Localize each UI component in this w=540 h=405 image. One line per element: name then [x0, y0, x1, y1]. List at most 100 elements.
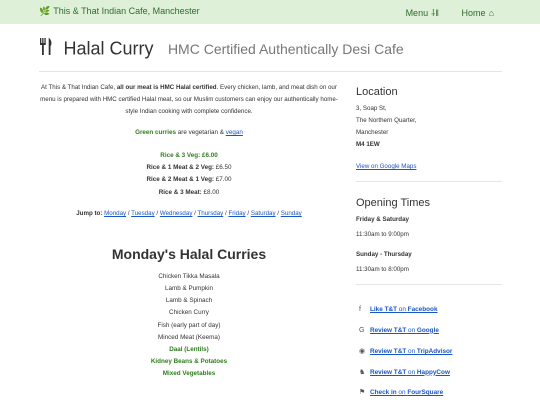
address-line: The Northern Quarter,: [356, 117, 417, 124]
foursquare-checkin-link[interactable]: Check in on FourSquare: [370, 389, 443, 396]
curry-item: Lamb & Pumpkin: [165, 285, 213, 293]
price-row: Rice & 1 Meat & 2 Veg: £6.50: [34, 162, 344, 174]
address-line: 3, Soap St,: [356, 105, 387, 112]
brand-link[interactable]: 🌿 This & That Indian Cafe, Manchester: [39, 6, 200, 17]
review-link-site: Facebook: [407, 306, 438, 313]
review-link-label: Review T&T: [370, 326, 407, 334]
sidebar-divider: [356, 284, 502, 285]
curry-item: Lamb & Spinach: [165, 297, 213, 305]
price-row: Rice & 3 Veg: £6.00: [34, 150, 344, 162]
nav-menu-label: Menu: [405, 8, 429, 18]
nav-menu-link[interactable]: Menu ⸸ǁ: [406, 8, 439, 18]
review-link-label: Check in: [370, 389, 397, 396]
curry-item-veg: Mixed Vegetables: [162, 370, 216, 378]
page-title: Halal Curry: [63, 38, 154, 59]
page-subtitle: HMC Certified Authentically Desi Cafe: [167, 41, 404, 57]
foursquare-icon: ⚑: [359, 389, 366, 396]
jump-monday[interactable]: Monday: [104, 210, 126, 217]
curry-item: Minced Meat (Keema): [158, 333, 220, 341]
curry-item: Chicken Curry: [169, 309, 209, 317]
opening-heading: Opening Times: [356, 197, 430, 209]
opening-hours: 11:30am to 9:00pm: [356, 231, 409, 238]
review-link-on: on: [396, 389, 408, 396]
review-link-site: Google: [416, 326, 439, 334]
jump-wednesday[interactable]: Wednesday: [160, 210, 193, 217]
review-link-label: Like T&T: [370, 306, 397, 313]
review-link-on: on: [406, 368, 417, 376]
price-value: £8.00: [203, 188, 220, 196]
facebook-review-link[interactable]: Like T&T on Facebook: [370, 306, 438, 313]
nav-home-link[interactable]: Home ⌂: [462, 8, 494, 18]
intro-text-bold: all our meat is HMC Halal certified: [116, 84, 217, 91]
brand-label: This & That Indian Cafe, Manchester: [53, 6, 200, 16]
veg-legend: Green curries are vegetarian & vegan: [34, 127, 344, 139]
jump-tuesday[interactable]: Tuesday: [131, 210, 155, 217]
location-panel: Location 3, Soap St, The Northern Quarte…: [356, 85, 506, 182]
price-value: £7.00: [215, 176, 232, 184]
google-maps-link[interactable]: View on Google Maps: [356, 163, 416, 170]
happycow-review-link[interactable]: Review T&T on HappyCow: [370, 369, 450, 376]
jump-thursday[interactable]: Thursday: [197, 210, 223, 217]
legend-text: are vegetarian &: [176, 129, 226, 136]
location-heading: Location: [356, 86, 398, 98]
top-navbar: 🌿 This & That Indian Cafe, Manchester Men…: [0, 0, 540, 24]
nav-home-label: Home: [461, 8, 486, 18]
main-content: At This & That Indian Cafe, all our meat…: [34, 82, 344, 381]
opening-days: Friday & Saturday: [356, 216, 409, 223]
curry-item: Fish (early part of day): [157, 321, 221, 329]
price-list: Rice & 3 Veg: £6.00 Rice & 1 Meat & 2 Ve…: [34, 150, 344, 199]
tripadvisor-icon: ◉: [359, 348, 366, 355]
monday-curry-list: Chicken Tikka Masala Lamb & Pumpkin Lamb…: [34, 271, 344, 381]
price-row: Rice & 2 Meat & 1 Veg: £7.00: [34, 174, 344, 186]
tripadvisor-review-link[interactable]: Review T&T on TripAdvisor: [370, 348, 452, 355]
review-link-on: on: [406, 326, 417, 334]
jump-label: Jump to:: [76, 209, 103, 217]
curry-item: Chicken Tikka Masala: [158, 272, 220, 280]
nav-links: Menu ⸸ǁ Home ⌂: [386, 6, 494, 19]
home-icon: ⌂: [488, 8, 494, 18]
address-line: Manchester: [356, 129, 389, 136]
cutlery-icon: ⸸ǁ: [431, 8, 440, 18]
review-link-site: HappyCow: [416, 368, 450, 376]
review-google: G Review T&T on Google: [359, 327, 452, 348]
review-link-label: Review T&T: [370, 368, 407, 376]
opening-hours: 11:30am to 8:00pm: [356, 266, 409, 273]
jump-friday[interactable]: Friday: [228, 210, 245, 217]
happycow-icon: ♞: [359, 368, 366, 376]
price-label: Rice & 3 Veg:: [160, 152, 201, 159]
price-label: Rice & 2 Meat & 1 Veg:: [146, 176, 215, 184]
facebook-icon: f: [359, 306, 361, 313]
review-link-label: Review T&T: [370, 348, 407, 355]
google-icon: G: [359, 326, 365, 334]
price-row: Rice & 3 Meat: £8.00: [34, 187, 344, 199]
intro-text-a: At This & That Indian Cafe,: [41, 84, 117, 91]
green-curries-label: Green curries: [135, 129, 177, 136]
jump-saturday[interactable]: Saturday: [251, 210, 276, 217]
review-link-site: TripAdvisor: [416, 348, 453, 355]
curry-item-veg: Daal (Lentils): [169, 346, 209, 354]
page-header: Halal Curry HMC Certified Authentically …: [39, 38, 404, 60]
monday-heading: Monday's Halal Curries: [111, 245, 267, 262]
review-link-on: on: [406, 348, 417, 355]
price-label: Rice & 3 Meat:: [158, 188, 202, 196]
review-links: f Like T&T on Facebook G Review T&T on Goo…: [359, 306, 452, 405]
curry-item-veg: Kidney Beans & Potatoes: [150, 358, 228, 366]
opening-days: Sunday - Thursday: [356, 251, 412, 258]
leaf-icon: 🌿: [39, 6, 51, 16]
price-value: £6.50: [215, 164, 232, 172]
review-link-on: on: [397, 306, 408, 313]
review-link-site: FourSquare: [407, 389, 444, 396]
sidebar-divider: [356, 181, 502, 182]
opening-times-panel: Opening Times Friday & Saturday 11:30am …: [356, 196, 506, 285]
price-value: £6.00: [201, 152, 218, 159]
header-divider: [39, 71, 502, 72]
review-foursquare: ⚑ Check in on FourSquare: [359, 388, 452, 405]
intro-paragraph: At This & That Indian Cafe, all our meat…: [34, 82, 344, 118]
jump-nav: Jump to: Monday / Tuesday / Wednesday / …: [76, 209, 302, 217]
google-review-link[interactable]: Review T&T on Google: [370, 327, 439, 334]
review-tripadvisor: ◉ Review T&T on TripAdvisor: [359, 347, 452, 368]
review-happycow: ♞ Review T&T on HappyCow: [359, 368, 452, 389]
vegan-link[interactable]: vegan: [226, 129, 243, 136]
jump-sunday[interactable]: Sunday: [281, 210, 302, 217]
cutlery-icon: [39, 38, 53, 60]
